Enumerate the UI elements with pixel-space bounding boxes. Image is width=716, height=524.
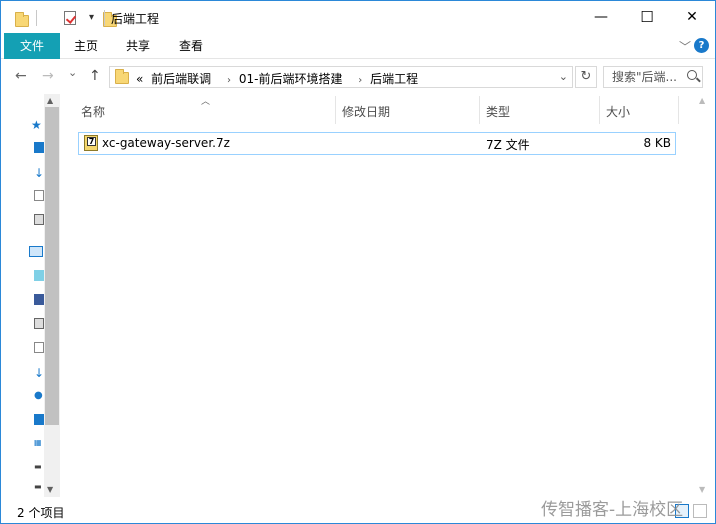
- breadcrumb-item[interactable]: 前后端联调: [151, 72, 211, 86]
- address-dropdown-icon[interactable]: ⌄: [559, 70, 568, 83]
- close-button[interactable]: ✕: [669, 1, 715, 33]
- navigation-scrollbar[interactable]: ▲ ▼: [44, 94, 60, 497]
- breadcrumb: « 前后端联调 › 01-前后端环境搭建 › 后端工程: [136, 70, 422, 87]
- file-list-scrollbar[interactable]: ▲ ▼: [695, 94, 711, 497]
- item-count: 2 个项目: [17, 506, 65, 520]
- documents-icon-2[interactable]: [34, 342, 44, 353]
- quick-access-dropdown-icon[interactable]: ▾: [89, 12, 94, 23]
- scroll-up-icon[interactable]: ▲: [699, 96, 705, 105]
- properties-icon[interactable]: [63, 11, 76, 25]
- up-button[interactable]: ↑: [89, 68, 101, 84]
- window-title: 后端工程: [111, 12, 160, 26]
- column-header-type[interactable]: 类型: [486, 103, 510, 127]
- back-button[interactable]: ←: [15, 68, 27, 84]
- refresh-button[interactable]: ↻: [575, 66, 597, 88]
- this-pc-icon[interactable]: [29, 246, 43, 257]
- music-icon[interactable]: ●: [34, 390, 44, 401]
- pictures-icon[interactable]: [34, 214, 44, 225]
- title-separator: [36, 10, 37, 26]
- scroll-up-icon[interactable]: ▲: [47, 96, 53, 105]
- desktop-icon-2[interactable]: [34, 414, 44, 425]
- minimize-button[interactable]: —: [578, 1, 624, 33]
- navigation-bar: ← → ⌄ ↑ « 前后端联调 › 01-前后端环境搭建 › 后端工程 ⌄ ↻: [1, 60, 715, 94]
- title-bar: ▾ 后端工程 — ☐ ✕: [1, 1, 715, 33]
- file-size: 8 KB: [643, 136, 671, 150]
- tab-share[interactable]: 共享: [115, 33, 161, 59]
- forward-button[interactable]: →: [42, 68, 54, 84]
- file-list: ︿ 名称 修改日期 类型 大小 7 xc-gateway-server.7z 7…: [61, 94, 695, 497]
- column-divider[interactable]: [599, 96, 600, 124]
- folder-icon: [15, 12, 29, 27]
- file-row[interactable]: 7 xc-gateway-server.7z 7Z 文件 8 KB: [78, 132, 676, 155]
- column-header-size[interactable]: 大小: [606, 103, 630, 127]
- address-bar[interactable]: « 前后端联调 › 01-前后端环境搭建 › 后端工程 ⌄: [109, 66, 573, 88]
- scrollbar-thumb[interactable]: [45, 107, 59, 425]
- drive-icon-2[interactable]: ▬: [34, 482, 44, 493]
- scroll-down-icon[interactable]: ▼: [47, 485, 53, 494]
- column-divider[interactable]: [335, 96, 336, 124]
- title-separator-2: [104, 10, 105, 26]
- windows-drive-icon[interactable]: ▦: [34, 438, 44, 449]
- watermark-text: 传智播客-上海校区: [541, 500, 684, 520]
- large-icons-view-button[interactable]: [693, 504, 707, 518]
- file-name[interactable]: xc-gateway-server.7z: [102, 136, 230, 150]
- downloads-icon-2[interactable]: ↓: [34, 366, 44, 380]
- search-input[interactable]: [604, 67, 682, 87]
- tab-home[interactable]: 主页: [63, 33, 109, 59]
- ribbon-tabs: 文件 主页 共享 查看 ﹀ ?: [1, 33, 715, 59]
- 3d-objects-icon[interactable]: [34, 270, 44, 281]
- 7z-archive-icon: 7: [84, 135, 98, 151]
- breadcrumb-separator-icon[interactable]: ›: [227, 75, 231, 86]
- downloads-icon[interactable]: ↓: [34, 166, 44, 180]
- breadcrumb-overflow[interactable]: «: [136, 72, 143, 86]
- search-icon[interactable]: [687, 70, 697, 80]
- breadcrumb-item[interactable]: 01-前后端环境搭建: [239, 72, 343, 86]
- breadcrumb-separator-icon[interactable]: ›: [358, 75, 362, 86]
- file-type: 7Z 文件: [486, 138, 530, 152]
- sort-ascending-icon: ︿: [201, 97, 211, 107]
- address-folder-icon: [115, 69, 129, 84]
- desktop-icon[interactable]: [34, 142, 44, 153]
- help-icon[interactable]: ?: [694, 38, 709, 53]
- quick-access-star-icon[interactable]: ★: [31, 118, 42, 132]
- column-divider[interactable]: [678, 96, 679, 124]
- explorer-window: ▾ 后端工程 — ☐ ✕ 文件 主页 共享 查看 ﹀ ? ← → ⌄ ↑ « 前…: [0, 0, 716, 524]
- search-box[interactable]: [603, 66, 703, 88]
- recent-locations-button[interactable]: ⌄: [68, 66, 77, 79]
- drive-icon[interactable]: ▬: [34, 462, 44, 473]
- videos-icon[interactable]: [34, 294, 44, 305]
- column-header-modified[interactable]: 修改日期: [342, 103, 390, 127]
- documents-icon[interactable]: [34, 190, 44, 201]
- column-divider[interactable]: [479, 96, 480, 124]
- column-header-name[interactable]: 名称: [81, 103, 105, 127]
- maximize-button[interactable]: ☐: [624, 1, 670, 33]
- tab-file[interactable]: 文件: [4, 33, 60, 59]
- ribbon-expand-icon[interactable]: ﹀: [679, 38, 691, 55]
- tab-view[interactable]: 查看: [168, 33, 214, 59]
- scroll-down-icon[interactable]: ▼: [699, 485, 705, 494]
- pictures-icon-2[interactable]: [34, 318, 44, 329]
- breadcrumb-item[interactable]: 后端工程: [370, 72, 418, 86]
- 7z-icon-label: 7: [87, 137, 96, 146]
